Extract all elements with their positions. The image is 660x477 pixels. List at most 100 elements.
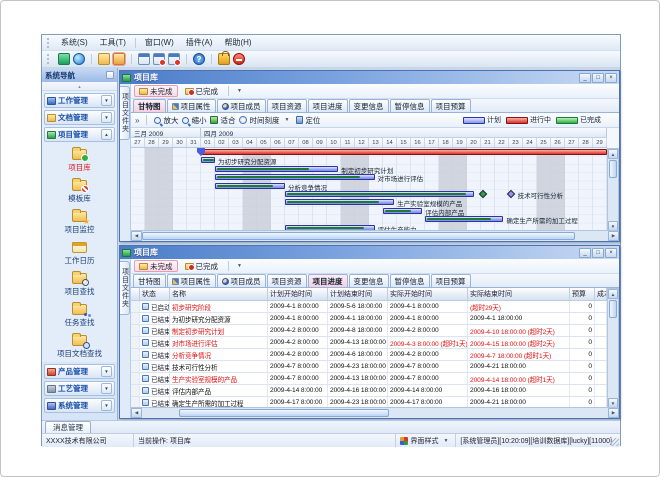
menu-item-tools[interactable]: 工具(T) [94,36,132,49]
sidebar-group-work[interactable]: 工作管理▼ [44,93,115,108]
column-header-4[interactable]: 实际开始时间 [388,288,468,301]
sidebar-group-product[interactable]: 产品管理▼ [44,364,115,379]
table-row[interactable]: 已结束分析竞争情况2009-4-2 8:00:002009-4-6 18:00:… [131,349,607,361]
filter-dropdown-icon[interactable]: ▼ [234,263,245,269]
horizontal-scroll-thumb[interactable] [179,409,389,417]
pin-icon[interactable] [106,71,114,79]
column-header-2[interactable]: 计划开始时间 [268,288,328,301]
gantt-bar-inprogress[interactable] [201,149,607,155]
tab-gantt[interactable]: 甘特图 [133,99,166,112]
scroll-right-icon[interactable]: ▶ [608,408,619,418]
tab-budget[interactable]: 项目预算 [431,274,471,287]
tab-members[interactable]: 项目成员 [217,99,266,112]
filter-unfinished-button[interactable]: 未完成 [134,260,178,272]
gantt-zoom-out-button[interactable]: 缩小 [182,115,206,126]
window-minimize-button[interactable]: _ [579,248,591,258]
scroll-up-icon[interactable]: ▲ [608,289,618,299]
filter-finished-button[interactable]: 已完成 [180,85,224,97]
scroll-right-icon[interactable]: ▶ [608,231,619,241]
window-minimize-button[interactable]: _ [579,73,591,83]
tab-changes[interactable]: 变更信息 [349,99,389,112]
column-header-1[interactable]: 名称 [170,288,268,301]
sidebar-scroll-up-button[interactable] [42,82,117,91]
sidebar-item-project-search[interactable]: 项目查找 [42,269,117,298]
resize-grip[interactable] [611,438,619,446]
app-launch-icon[interactable] [58,53,70,65]
chevron-down-icon[interactable]: ▼ [101,112,112,123]
tab-gantt[interactable]: 甘特图 [133,274,166,287]
scroll-up-icon[interactable]: ▲ [608,149,618,159]
sidebar-group-process[interactable]: 工艺管理▼ [44,381,115,396]
table-row[interactable]: 已结束制定初步研究计划2009-4-2 8:00:002009-4-8 18:0… [131,325,607,337]
tab-resources[interactable]: 项目资源 [267,274,307,287]
filter-finished-button[interactable]: 已完成 [180,260,224,272]
filter-unfinished-button[interactable]: 未完成 [134,85,178,97]
sidebar-group-project[interactable]: 项目管理▲ [44,127,115,142]
window-close-button[interactable]: × [605,248,617,258]
tab-progress[interactable]: 项目进度 [308,99,348,112]
tab-message-management[interactable]: 消息管理 [45,421,91,433]
lock-icon[interactable] [218,53,230,65]
table-row[interactable]: 已启动初步研究阶段2009-4-1 8:00:002009-5-6 18:00:… [131,301,607,313]
form-window-icon[interactable] [138,53,150,65]
web-globe-icon[interactable] [73,53,85,65]
horizontal-scroll-thumb[interactable] [142,232,575,240]
tab-properties[interactable]: 项目属性 [167,274,216,287]
sidebar-item-project-monitor[interactable]: 项目监控 [42,207,117,236]
column-header-3[interactable]: 计划结束时间 [328,288,388,301]
gantt-hscroll[interactable]: ◀▶ [131,230,619,241]
chevron-down-icon[interactable]: ▼ [101,95,112,106]
table-row[interactable]: 已结束为初步研究分配资源2009-4-1 8:00:002009-4-1 18:… [131,313,607,325]
menu-item-system[interactable]: 系统(S) [55,36,94,49]
folder-vertical-tab[interactable]: 项目文件夹 [120,86,130,140]
sidebar-item-project-doc-search[interactable]: 项目文档查找 [42,331,117,360]
open-folder-icon[interactable] [98,53,110,65]
table-row[interactable]: 已结束对市场进行评估2009-4-2 8:00:002009-4-13 18:0… [131,337,607,349]
gantt-bar-plan[interactable] [285,199,394,205]
overflow-chevron-icon[interactable]: » [135,116,139,125]
table-vscroll[interactable]: ▲▼ [607,288,619,409]
gantt-vscroll[interactable]: ▲▼ [607,148,619,232]
scroll-left-icon[interactable]: ◀ [131,231,142,241]
chevron-down-icon[interactable]: ▼ [101,366,112,377]
row-header-column[interactable] [131,288,140,301]
window-maximize-button[interactable]: □ [592,73,604,83]
exit-icon[interactable] [233,53,245,65]
gantt-bar-plan[interactable] [215,166,338,172]
chevron-up-icon[interactable]: ▲ [101,129,112,140]
gantt-bar-plan[interactable] [425,216,503,222]
gantt-locate-button[interactable]: 定位 [296,115,320,126]
window-close-button[interactable]: × [605,73,617,83]
help-icon[interactable] [193,53,205,65]
form-window-alert-icon[interactable] [153,53,165,65]
menu-item-plugins[interactable]: 插件(A) [180,36,219,49]
tab-pauses[interactable]: 暂停信息 [390,99,430,112]
tab-changes[interactable]: 变更信息 [349,274,389,287]
column-header-6[interactable]: 预算 [570,288,595,301]
gantt-zoom-in-button[interactable]: 放大 [154,115,178,126]
column-header-7[interactable]: 成本 [595,288,607,301]
ui-style-button[interactable]: 界面样式 ▼ [396,434,456,447]
table-row[interactable]: 已结束技术可行性分析2009-4-7 8:00:002009-4-23 18:0… [131,361,607,373]
gantt-bar-plan[interactable] [285,191,474,197]
menu-item-window[interactable]: 窗口(W) [139,36,180,49]
window-titlebar[interactable]: 项目库_□× [120,246,619,259]
sidebar-item-task-search[interactable]: 任务查找 [42,300,117,329]
vertical-scroll-thumb[interactable] [609,160,617,178]
folder-vertical-tab[interactable]: 项目文件夹 [120,261,130,315]
table-hscroll[interactable]: ◀▶ [131,407,619,418]
vertical-scroll-thumb[interactable] [609,300,617,318]
window-maximize-button[interactable]: □ [592,248,604,258]
tab-budget[interactable]: 项目预算 [431,99,471,112]
sidebar-group-document[interactable]: 文档管理▼ [44,110,115,125]
menu-item-help[interactable]: 帮助(H) [218,36,257,49]
column-header-5[interactable]: 实际结束时间 [468,288,570,301]
chevron-down-icon[interactable]: ▼ [101,383,112,394]
column-header-0[interactable]: 状态 [140,288,170,301]
gantt-fit-button[interactable]: 适合 [210,115,235,126]
save-project-icon[interactable] [113,53,125,65]
gantt-bar-plan[interactable] [383,208,422,214]
gantt-bar-plan[interactable] [215,183,285,189]
table-row[interactable]: 已结束评估内部产品2009-4-14 8:00:002009-4-16 18:0… [131,385,607,397]
sidebar-group-system[interactable]: 系统管理▼ [44,398,115,413]
